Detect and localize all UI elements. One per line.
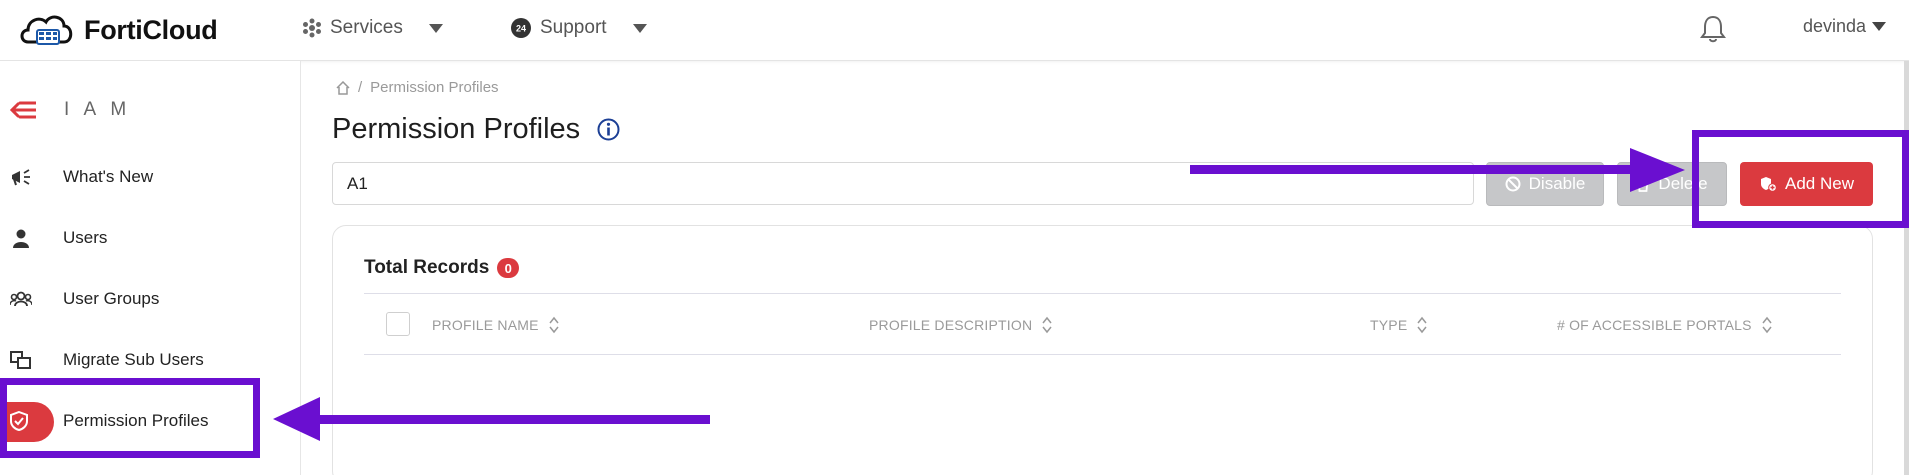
total-records-label: Total Records [364, 257, 490, 278]
sidebar-item-label: Permission Profiles [63, 411, 209, 430]
sidebar-item-user-groups[interactable]: User Groups [0, 279, 290, 319]
add-profile-icon [1761, 177, 1777, 192]
cloud-logo-icon [20, 15, 73, 45]
services-label: Services [330, 17, 403, 38]
select-all-checkbox[interactable] [386, 312, 410, 336]
column-header-profile-description[interactable]: PROFILE DESCRIPTION [869, 316, 1053, 334]
trash-icon [1637, 176, 1650, 192]
column-header-accessible-portals[interactable]: # OF ACCESSIBLE PORTALS [1557, 316, 1773, 334]
svg-text:24: 24 [516, 24, 526, 34]
search-input[interactable] [332, 162, 1474, 205]
column-label: # OF ACCESSIBLE PORTALS [1557, 317, 1752, 333]
megaphone-icon [12, 169, 30, 186]
brand-name: FortiCloud [84, 14, 218, 45]
services-icon [303, 18, 321, 38]
support-menu[interactable]: 24 Support [510, 14, 647, 42]
disable-label: Disable [1528, 174, 1586, 193]
table-header-divider [364, 293, 1841, 294]
total-records: Total Records 0 [364, 257, 520, 279]
services-menu[interactable]: Services [302, 14, 443, 42]
breadcrumb: / Permission Profiles [336, 79, 499, 96]
page-title: Permission Profiles [332, 113, 581, 145]
sort-icon [1417, 316, 1427, 334]
shield-icon [10, 411, 28, 431]
sidebar-item-whats-new[interactable]: What's New [0, 157, 290, 197]
sort-icon [1042, 316, 1052, 334]
breadcrumb-separator: / [358, 79, 363, 96]
sidebar-item-permission-profiles[interactable]: Permission Profiles [0, 401, 290, 442]
user-menu[interactable]: devinda [1803, 16, 1887, 37]
disable-button[interactable]: Disable [1486, 162, 1604, 206]
table-header-divider [364, 354, 1841, 355]
sidebar-item-label: User Groups [63, 289, 160, 308]
sidebar-item-label: Users [63, 228, 108, 247]
sort-icon [1762, 316, 1772, 334]
block-icon [1505, 176, 1521, 192]
breadcrumb-current: Permission Profiles [370, 79, 499, 96]
top-navigation-bar: FortiCloud Services 24 Support devinda [0, 0, 1909, 61]
sidebar-item-label: What's New [63, 167, 154, 186]
record-count-badge: 0 [497, 258, 520, 278]
sidebar-section-label: I A M [64, 99, 132, 120]
column-label: PROFILE DESCRIPTION [869, 317, 1033, 333]
collapse-menu-icon[interactable] [10, 100, 36, 120]
bell-icon[interactable] [1700, 14, 1726, 44]
column-label: PROFILE NAME [432, 317, 539, 333]
sidebar-header: I A M [10, 99, 131, 121]
scrollbar[interactable] [1904, 61, 1909, 475]
forticloud-logo[interactable]: FortiCloud [18, 10, 218, 50]
support-label: Support [540, 17, 607, 38]
add-new-label: Add New [1785, 174, 1854, 193]
username: devinda [1803, 16, 1867, 36]
user-icon [13, 229, 29, 248]
column-label: TYPE [1370, 317, 1408, 333]
info-icon[interactable] [597, 118, 620, 141]
delete-button[interactable]: Delete [1617, 162, 1727, 206]
sidebar-item-label: Migrate Sub Users [63, 350, 204, 369]
add-new-button[interactable]: Add New [1740, 162, 1873, 206]
records-card [332, 225, 1873, 475]
migrate-icon [10, 351, 31, 369]
chevron-down-icon [632, 23, 647, 33]
user-group-icon [10, 291, 32, 307]
sort-icon [549, 316, 559, 334]
sidebar-item-users[interactable]: Users [0, 218, 290, 258]
sidebar-item-migrate-sub-users[interactable]: Migrate Sub Users [0, 340, 290, 380]
chevron-down-icon [428, 23, 443, 33]
support-24-icon: 24 [511, 18, 531, 38]
sidebar: I A M What's New Users User Groups Migra… [0, 61, 301, 475]
column-header-type[interactable]: TYPE [1370, 316, 1428, 334]
column-header-profile-name[interactable]: PROFILE NAME [432, 316, 560, 334]
home-icon[interactable] [336, 80, 350, 95]
chevron-down-icon [1872, 22, 1887, 31]
delete-label: Delete [1658, 174, 1708, 193]
